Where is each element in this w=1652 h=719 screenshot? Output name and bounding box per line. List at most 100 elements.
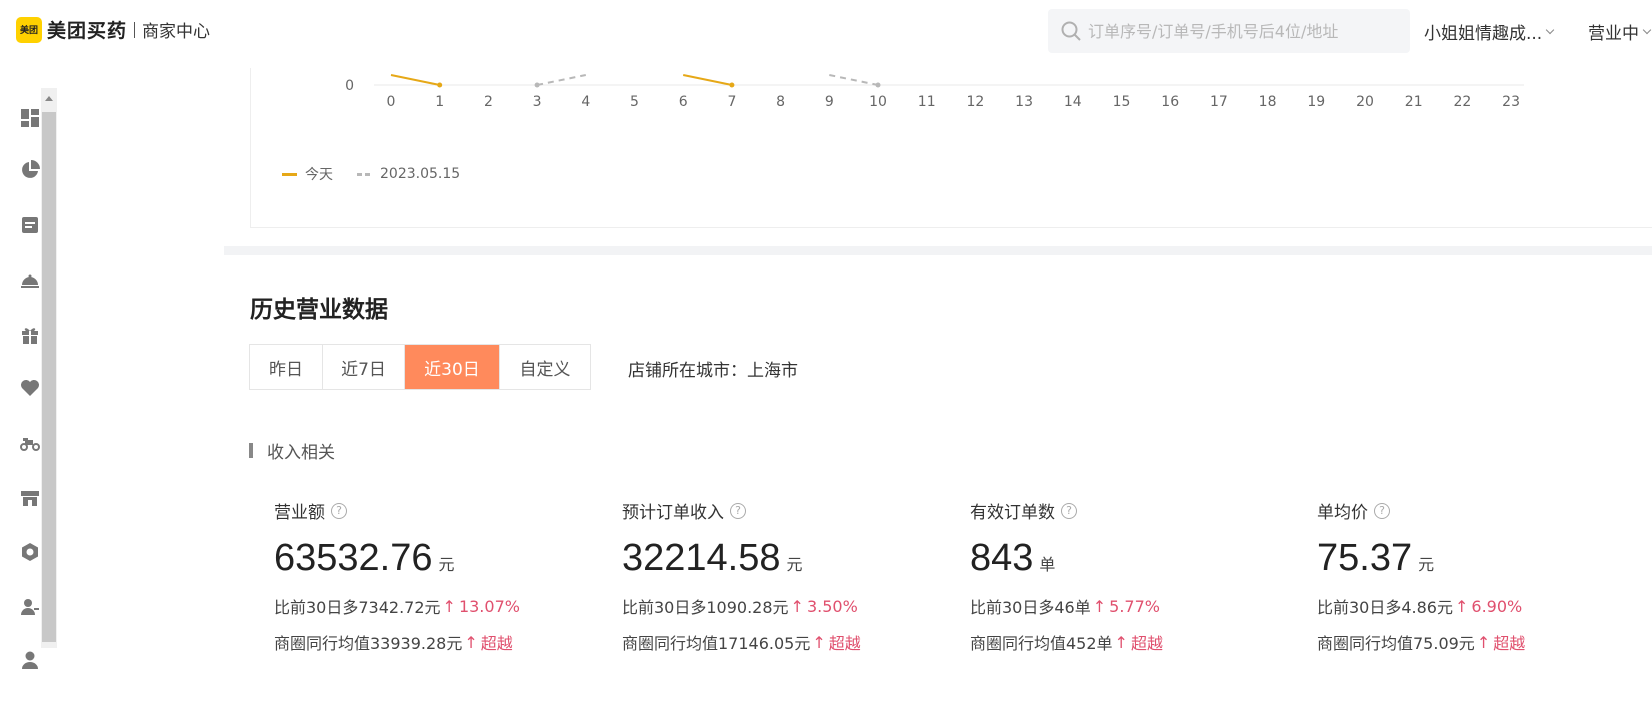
search-icon [1061, 21, 1081, 41]
series-line [390, 74, 440, 86]
series-line [682, 74, 733, 86]
y-tick-label: 0 [345, 78, 354, 94]
legend-item-compare[interactable]: 2023.05.15 [357, 166, 460, 182]
metric-label-wrap: 预计订单收入? [622, 498, 861, 523]
date-range-tabs: 昨日 近7日 近30日 自定义 [249, 344, 591, 390]
help-icon[interactable]: ? [1061, 502, 1077, 519]
x-tick-label: 6 [679, 94, 688, 110]
x-tick-label: 8 [776, 94, 785, 110]
delivery-bike-icon[interactable] [20, 433, 40, 453]
metric-label: 有效订单数 [970, 503, 1055, 523]
logo[interactable]: 美团 美团买药 商家中心 [16, 16, 210, 43]
metric-label-wrap: 单均价? [1317, 498, 1525, 523]
sidebar-gutter [62, 68, 224, 719]
metric-valid-orders: 有效订单数? 843 单 比前30日多46单 ↑ 5.77% 商圈同行均值452单 ↑ 超… [970, 498, 1163, 654]
gift-icon[interactable] [20, 325, 40, 345]
data-point [534, 82, 540, 88]
series-line [536, 74, 587, 86]
metric-value: 63532.76 [274, 537, 433, 579]
metric-peer: 商圈同行均值17146.05元 ↑ 超越 [622, 630, 861, 654]
user-edit-icon[interactable] [20, 597, 40, 617]
account-name: 小姐姐情趣成... [1424, 24, 1543, 44]
legend-swatch [357, 172, 372, 176]
metric-peer: 商圈同行均值33939.28元 ↑ 超越 [274, 630, 520, 654]
compare-percent: 13.07% [458, 596, 520, 616]
document-icon[interactable] [20, 215, 40, 235]
tab-custom[interactable]: 自定义 [500, 345, 590, 389]
metric-compare: 比前30日多46单 ↑ 5.77% [970, 594, 1163, 618]
peer-status: 超越 [480, 634, 513, 653]
logo-badge: 美团 [16, 16, 42, 43]
compare-percent: 5.77% [1109, 596, 1160, 616]
metric-compare: 比前30日多1090.28元 ↑ 3.50% [622, 594, 861, 618]
legend-swatch [282, 172, 297, 176]
account-dropdown[interactable]: 小姐姐情趣成... [1424, 19, 1555, 44]
compare-percent: 3.50% [806, 596, 858, 616]
legend-label: 2023.05.15 [380, 166, 461, 182]
compare-text: 比前30日多7342.72元 [274, 598, 441, 617]
section-title: 历史营业数据 [250, 297, 388, 323]
x-tick-label: 5 [630, 94, 639, 110]
series-line [829, 74, 879, 86]
metric-avg-order-price: 单均价? 75.37 元 比前30日多4.86元 ↑ 6.90% 商圈同行均值75.0… [1317, 498, 1525, 654]
store-icon[interactable] [20, 488, 40, 508]
dish-cover-icon[interactable] [20, 270, 40, 290]
top-header: 美团 美团买药 商家中心 小姐姐情趣成... 营业中 [0, 0, 1652, 68]
metric-unit: 单 [1039, 557, 1056, 574]
x-tick-label: 21 [1405, 94, 1423, 110]
arrow-up-icon: ↑ [1114, 632, 1128, 652]
metric-peer: 商圈同行均值75.09元 ↑ 超越 [1317, 630, 1525, 654]
legend-item-today[interactable]: 今天 [282, 164, 333, 184]
tab-yesterday[interactable]: 昨日 [250, 345, 323, 389]
metric-unit: 元 [438, 557, 455, 574]
data-point [875, 82, 881, 88]
peer-text: 商圈同行均值17146.05元 [622, 634, 811, 653]
search-input[interactable] [1088, 21, 1378, 41]
x-tick-label: 11 [918, 94, 936, 110]
heart-icon[interactable] [20, 378, 40, 398]
brand-name: 美团买药 [47, 20, 128, 42]
user-icon[interactable] [20, 650, 40, 670]
x-tick-label: 1 [435, 94, 444, 110]
metric-value: 843 [970, 537, 1034, 579]
settings-icon[interactable] [20, 542, 40, 562]
metric-revenue: 营业额? 63532.76 元 比前30日多7342.72元 ↑ 13.07% 商圈同… [274, 498, 520, 654]
section-label: 收入相关 [267, 443, 335, 463]
metric-value-wrap: 843 单 [970, 537, 1163, 580]
peer-status: 超越 [828, 634, 861, 653]
arrow-up-icon: ↑ [790, 596, 804, 616]
pie-chart-icon[interactable] [20, 160, 40, 180]
help-icon[interactable]: ? [730, 502, 746, 519]
data-point [729, 82, 735, 88]
business-status-dropdown[interactable]: 营业中 [1588, 19, 1652, 44]
chevron-down-icon [1545, 25, 1555, 35]
metric-value-wrap: 32214.58 元 [622, 537, 861, 580]
peer-status: 超越 [1130, 634, 1163, 653]
peer-status: 超越 [1493, 634, 1526, 653]
help-icon[interactable]: ? [1374, 502, 1390, 519]
line-chart: 00 1 2 3 4 5 6 7 8 9 10 11 12 13 14 15 16 17 18 19 20 21 22 23 [345, 74, 1524, 110]
metric-label-wrap: 有效订单数? [970, 498, 1163, 523]
chevron-down-icon [1642, 25, 1652, 35]
divider [134, 21, 136, 38]
x-tick-label: 9 [825, 94, 834, 110]
metric-label: 单均价 [1317, 503, 1368, 523]
arrow-up-icon: ↑ [1455, 596, 1469, 616]
x-tick-label: 17 [1210, 94, 1228, 110]
x-tick-label: 13 [1015, 94, 1033, 110]
dashboard-icon[interactable] [20, 108, 40, 128]
x-tick-label: 4 [581, 94, 590, 110]
help-icon[interactable]: ? [331, 502, 347, 519]
tab-last-30-days[interactable]: 近30日 [405, 345, 500, 389]
scrollbar-thumb[interactable] [42, 112, 56, 642]
tab-last-7-days[interactable]: 近7日 [323, 345, 405, 389]
metric-unit: 元 [786, 557, 803, 574]
chart-legend: 今天 2023.05.15 [282, 164, 484, 184]
scroll-up-arrow-icon[interactable] [45, 96, 53, 101]
search-box[interactable] [1048, 9, 1410, 53]
peer-text: 商圈同行均值33939.28元 [274, 634, 463, 653]
metric-value: 75.37 [1317, 537, 1413, 579]
section-heading: 收入相关 [249, 438, 335, 463]
legend-label: 今天 [305, 167, 333, 183]
x-tick-label: 23 [1502, 94, 1520, 110]
